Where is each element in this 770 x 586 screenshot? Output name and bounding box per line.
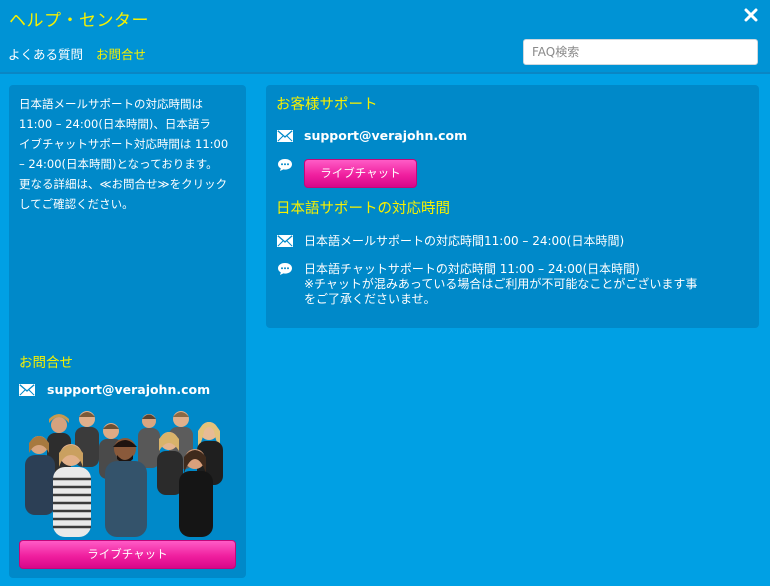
mail-hours-row: 日本語メールサポートの対応時間11:00 – 24:00(日本時間)	[277, 232, 624, 249]
note-line: – 24:00(日本時間)となっております。	[19, 157, 218, 171]
note-line: してご確認ください。	[19, 197, 134, 211]
customer-support-heading: お客様サポート	[276, 97, 378, 113]
support-email-link[interactable]: support@verajohn.com	[47, 382, 210, 397]
title-bar: ヘルプ・センター	[0, 0, 770, 34]
nav-contact-link[interactable]: お問合せ	[96, 44, 146, 63]
note-line: 11:00 – 24:00(日本時間)、日本語ラ	[19, 117, 211, 131]
close-icon	[744, 8, 758, 22]
mail-icon	[277, 234, 293, 247]
window-title: ヘルプ・センター	[9, 11, 149, 31]
note-line: 更なる詳細は、≪お問合せ≫をクリック	[19, 177, 228, 191]
live-chat-button[interactable]: ライブチャット	[19, 540, 236, 569]
contact-email-row: support@verajohn.com	[19, 382, 210, 397]
chat-hours-line: 日本語チャットサポートの対応時間 11:00 – 24:00(日本時間)	[304, 262, 640, 276]
support-hours-note: 日本語メールサポートの対応時間は 11:00 – 24:00(日本時間)、日本語…	[19, 94, 241, 214]
support-team-photo	[25, 411, 223, 537]
mail-hours-text: 日本語メールサポートの対応時間11:00 – 24:00(日本時間)	[304, 234, 625, 248]
contact-heading: お問合せ	[19, 355, 73, 371]
note-line: イブチャットサポート対応時間は 11:00	[19, 137, 229, 151]
chat-hours-line: ※チャットが混みあっている場合はご利用が不可能なことがございます事	[304, 277, 698, 291]
mail-icon	[19, 383, 35, 396]
right-panel: お客様サポート support@verajohn.com ライブチャット 日本語…	[266, 85, 759, 328]
chat-bubble-icon	[277, 262, 293, 276]
japanese-support-hours-heading: 日本語サポートの対応時間	[276, 201, 450, 217]
mail-icon	[277, 129, 293, 142]
chat-hours-text: 日本語チャットサポートの対応時間 11:00 – 24:00(日本時間) ※チャ…	[304, 262, 724, 307]
note-line: 日本語メールサポートの対応時間は	[19, 97, 203, 111]
content-area: 日本語メールサポートの対応時間は 11:00 – 24:00(日本時間)、日本語…	[0, 74, 770, 586]
support-email-row: support@verajohn.com	[277, 128, 467, 143]
chat-hours-row: 日本語チャットサポートの対応時間 11:00 – 24:00(日本時間) ※チャ…	[277, 262, 724, 307]
support-email-link[interactable]: support@verajohn.com	[304, 128, 467, 143]
close-button[interactable]	[740, 4, 762, 26]
live-chat-button[interactable]: ライブチャット	[304, 159, 417, 188]
nav-faq-link[interactable]: よくある質問	[8, 44, 83, 63]
chat-bubble-icon	[277, 158, 293, 172]
chat-hours-line: をご了承くださいませ。	[304, 292, 436, 306]
left-panel: 日本語メールサポートの対応時間は 11:00 – 24:00(日本時間)、日本語…	[9, 85, 246, 578]
faq-search-input[interactable]	[523, 39, 758, 65]
live-chat-row: ライブチャット	[277, 158, 417, 188]
nav-bar: よくある質問 お問合せ	[0, 34, 770, 74]
